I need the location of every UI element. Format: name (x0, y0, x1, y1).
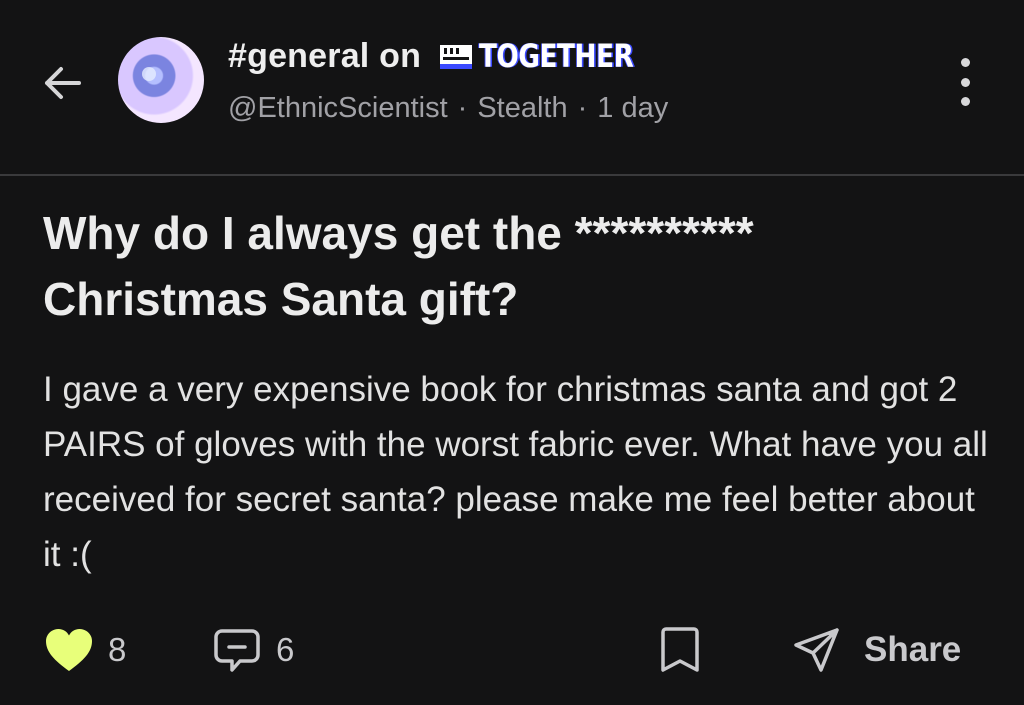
meta-separator: · (457, 92, 468, 124)
brand-logo: TOGETHER (439, 36, 667, 76)
heart-icon (46, 629, 92, 671)
comment-count: 6 (276, 631, 295, 668)
together-logo-icon (440, 45, 473, 69)
share-button[interactable]: Share (792, 618, 961, 682)
bookmark-icon (661, 627, 699, 672)
channel-name[interactable]: #general on (228, 37, 421, 76)
more-options-button[interactable] (942, 56, 988, 108)
post-timestamp: 1 day (597, 92, 669, 124)
arrow-left-icon (45, 67, 81, 99)
brand-name: TOGETHER (479, 37, 634, 75)
post-header: #general on TOGETHER @EthnicScientist · St… (0, 0, 1024, 176)
author-handle[interactable]: @EthnicScientist (228, 92, 448, 124)
post-meta: @EthnicScientist · Stealth · 1 day (228, 92, 668, 125)
share-label: Share (864, 630, 962, 669)
like-count: 8 (108, 631, 127, 668)
channel-title-row: #general on TOGETHER (228, 34, 667, 78)
send-icon (794, 628, 839, 672)
post-body: I gave a very expensive book for christm… (43, 370, 988, 574)
meta-separator: · (577, 92, 588, 124)
author-company: Stealth (477, 92, 568, 124)
comment-button[interactable]: 6 (212, 618, 294, 682)
avatar[interactable] (118, 37, 204, 123)
post-title: Why do I always get the ********** Chris… (43, 207, 754, 325)
post-actions: 8 6 Share (0, 618, 1024, 682)
more-vertical-icon (960, 58, 970, 67)
like-button[interactable]: 8 (44, 618, 126, 682)
bookmark-button[interactable] (658, 618, 702, 682)
back-button[interactable] (36, 56, 90, 110)
comment-icon (214, 629, 260, 672)
